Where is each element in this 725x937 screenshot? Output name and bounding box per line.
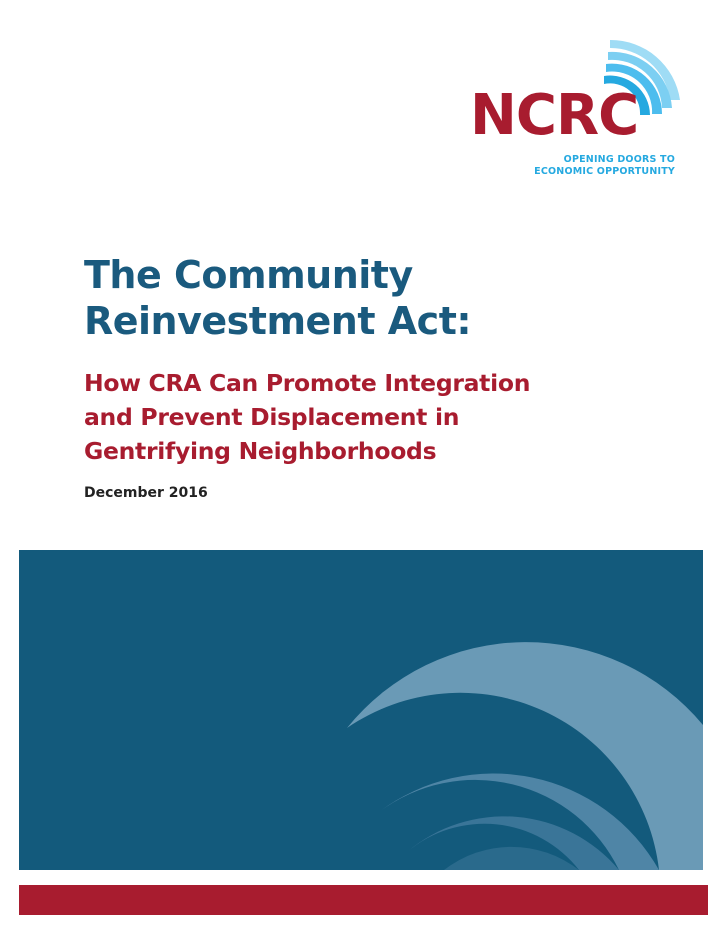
title-line2: Reinvestment Act: — [84, 299, 472, 343]
footer-bar — [19, 885, 708, 915]
title-line1: The Community — [84, 253, 413, 297]
logo-tagline-line1: OPENING DOORS TO — [563, 154, 675, 165]
arc-1 — [347, 642, 703, 870]
ncrc-logo: NCRC OPENING DOORS TO ECONOMIC OPPORTUNI… — [470, 30, 685, 180]
subtitle-line1: How CRA Can Promote Integration — [84, 369, 531, 397]
logo-wordmark: NCRC — [470, 83, 639, 148]
decorative-arcs — [347, 642, 703, 870]
logo-tagline: OPENING DOORS TO ECONOMIC OPPORTUNITY — [534, 154, 675, 178]
publication-date: December 2016 — [84, 485, 208, 501]
subtitle-line2: and Prevent Displacement in — [84, 403, 460, 431]
subtitle-line3: Gentrifying Neighborhoods — [84, 437, 437, 465]
decorative-panel — [19, 550, 703, 870]
document-subtitle: How CRA Can Promote Integration and Prev… — [84, 366, 684, 468]
logo-tagline-line2: ECONOMIC OPPORTUNITY — [534, 166, 675, 177]
arc-4 — [444, 846, 579, 870]
document-title: The Community Reinvestment Act: — [84, 252, 644, 344]
